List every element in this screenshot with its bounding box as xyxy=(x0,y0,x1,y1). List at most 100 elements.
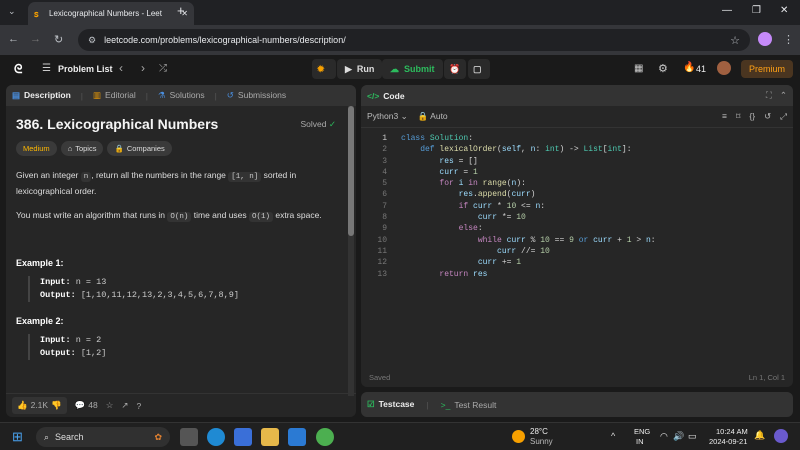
thumbs-up-icon: 👍 xyxy=(17,400,28,410)
note-icon: ▢ xyxy=(473,63,482,74)
checkbox-icon: ☑ xyxy=(367,399,375,409)
cursor-position: Ln 1, Col 1 xyxy=(748,372,785,382)
windows-start-icon[interactable]: ⊞ xyxy=(12,429,23,445)
new-tab-icon[interactable]: + xyxy=(177,3,185,18)
browser-tab[interactable]: ꜱ Lexicographical Numbers - Leet ✕ xyxy=(28,2,194,25)
alarm-icon: ⏰ xyxy=(449,63,461,74)
reload-icon[interactable]: ↻ xyxy=(54,33,63,46)
shuffle-icon[interactable]: ⤮ xyxy=(159,63,167,74)
submit-button[interactable]: ☁ Submit xyxy=(382,59,443,79)
like-button[interactable]: 👍 2.1K 👎 xyxy=(12,397,67,414)
problem-list-label[interactable]: Problem List xyxy=(58,64,113,74)
help-icon[interactable]: ? xyxy=(137,401,142,411)
example-1-block: Input: n = 13 Output: [1,10,11,12,13,2,3… xyxy=(28,276,346,302)
settings-gear-icon[interactable]: ⚙ xyxy=(658,62,668,75)
code-icon: </> xyxy=(367,90,380,101)
vscode-icon[interactable] xyxy=(288,428,306,446)
tab-submissions[interactable]: ↺ Submissions xyxy=(227,90,286,101)
tab-testcase[interactable]: ☑ Testcase xyxy=(367,399,414,410)
problem-list-icon[interactable]: ☰ xyxy=(42,63,51,74)
bookmark-icon[interactable]: ⌑ xyxy=(736,111,740,122)
code-title: Code xyxy=(383,90,405,101)
difficulty-badge[interactable]: Medium xyxy=(16,141,57,156)
debug-button[interactable]: ✹ xyxy=(312,59,336,79)
share-icon[interactable]: ↗ xyxy=(121,400,128,411)
minimize-icon[interactable]: — xyxy=(722,5,732,16)
user-avatar[interactable] xyxy=(717,61,731,75)
comment-icon: 💬 xyxy=(74,400,86,410)
tray-chevron-icon[interactable]: ^ xyxy=(611,431,615,441)
back-icon[interactable]: ← xyxy=(8,33,19,45)
premium-button[interactable]: Premium xyxy=(741,60,793,78)
streak-fire-icon[interactable]: 🔥 xyxy=(683,62,695,73)
thumbs-down-icon[interactable]: 👎 xyxy=(51,400,62,411)
description-tabs: ▤ Description | ▥ Editorial | ⚗ Solutions |… xyxy=(6,85,356,106)
format-icon[interactable]: ≡ xyxy=(722,111,727,122)
leetcode-header: ᘓ ☰ Problem List ‹ › ⤮ ✹ ▶ Run ☁ Submit ⏰ … xyxy=(0,55,800,84)
example-2-title: Example 2: xyxy=(16,316,64,326)
leetcode-favicon-icon: ꜱ xyxy=(34,8,39,19)
restore-icon[interactable]: ❐ xyxy=(752,5,761,16)
file-explorer-icon[interactable] xyxy=(261,428,279,446)
timer-button[interactable]: ⏰ xyxy=(444,59,466,79)
comments-button[interactable]: 💬 48 xyxy=(75,400,98,411)
wifi-icon[interactable]: ◠ xyxy=(660,431,668,442)
clock-time[interactable]: 10:24 AM xyxy=(716,427,748,436)
collapse-icon[interactable]: ⌃ xyxy=(780,90,787,101)
bookmark-star-icon[interactable]: ☆ xyxy=(730,34,740,47)
url-bar[interactable]: ⚙ leetcode.com/problems/lexicographical-… xyxy=(78,29,750,51)
reset-icon[interactable]: ↺ xyxy=(764,111,771,122)
solved-status: Solved ✓ xyxy=(300,118,337,129)
notification-bell-icon[interactable]: 🔔 xyxy=(754,430,765,441)
browser-menu-icon[interactable]: ⋮ xyxy=(783,33,794,46)
tab-solutions[interactable]: ⚗ Solutions xyxy=(158,90,205,101)
streak-count: 41 xyxy=(696,64,707,74)
star-icon[interactable]: ☆ xyxy=(106,400,114,411)
companies-tag[interactable]: 🔒 Companies xyxy=(107,141,172,156)
sun-icon xyxy=(512,430,525,443)
prev-problem-icon[interactable]: ‹ xyxy=(119,61,123,75)
fullscreen-icon[interactable]: ⤢ xyxy=(780,111,787,122)
language-select[interactable]: Python3 ⌄ xyxy=(367,111,408,122)
input-lang[interactable]: ENG xyxy=(634,427,650,436)
run-button[interactable]: ▶ Run xyxy=(337,59,383,79)
cloud-upload-icon: ☁ xyxy=(390,63,399,74)
testcase-tabs: ☑ Testcase | >_ Test Result xyxy=(361,392,793,417)
example-1-title: Example 1: xyxy=(16,258,64,268)
layout-grid-icon[interactable]: ▦ xyxy=(634,63,643,74)
code-panel: </> Code ⛶ ⌃ Python3 ⌄ 🔒 Auto ≡ ⌑ {} ↺ ⤢ 1 clas… xyxy=(361,85,793,387)
editor-toolbar: Python3 ⌄ 🔒 Auto ≡ ⌑ {} ↺ ⤢ xyxy=(361,106,793,128)
braces-icon[interactable]: {} xyxy=(749,111,755,122)
code-editor[interactable]: 1 class Solution: 2 def lexicalOrder(self… xyxy=(361,128,793,280)
profile-avatar[interactable] xyxy=(758,32,772,46)
edge-icon[interactable] xyxy=(207,428,225,446)
leetcode-logo-icon[interactable]: ᘓ xyxy=(14,62,22,77)
autocomplete-toggle[interactable]: 🔒 Auto xyxy=(418,111,448,122)
topics-tag[interactable]: ⌂ Topics xyxy=(60,141,104,156)
task-view-icon[interactable] xyxy=(180,428,198,446)
problem-statement: Given an integer n, return all the numbe… xyxy=(16,170,297,196)
next-problem-icon[interactable]: › xyxy=(141,61,145,75)
forward-icon[interactable]: → xyxy=(30,33,41,45)
site-info-icon[interactable]: ⚙ xyxy=(88,35,96,46)
chrome-icon[interactable] xyxy=(316,428,334,446)
notes-button[interactable]: ▢ xyxy=(468,59,490,79)
scrollbar-track[interactable] xyxy=(348,106,354,396)
tab-editorial[interactable]: ▥ Editorial xyxy=(93,90,136,101)
check-circle-icon: ✓ xyxy=(328,118,336,129)
weather-temp[interactable]: 28°C xyxy=(530,427,548,436)
taskbar-search[interactable]: ⌕ Search ✿ xyxy=(36,427,170,447)
tab-search-icon[interactable]: ⌄ xyxy=(8,6,16,17)
maximize-icon[interactable]: ⛶ xyxy=(766,90,772,101)
scrollbar-thumb[interactable] xyxy=(348,106,354,236)
volume-icon[interactable]: 🔊 xyxy=(673,431,684,442)
constraint-statement: You must write an algorithm that runs in… xyxy=(16,210,322,222)
browser-tab-strip: ⌄ ꜱ Lexicographical Numbers - Leet ✕ + —… xyxy=(0,0,800,25)
code-header: </> Code ⛶ ⌃ xyxy=(361,85,793,106)
tab-description[interactable]: ▤ Description xyxy=(12,90,71,101)
store-icon[interactable] xyxy=(234,428,252,446)
copilot-icon[interactable] xyxy=(774,429,788,443)
battery-icon[interactable]: ▭ xyxy=(688,431,697,442)
close-window-icon[interactable]: ✕ xyxy=(780,5,788,16)
tab-test-result[interactable]: >_ Test Result xyxy=(441,400,497,410)
